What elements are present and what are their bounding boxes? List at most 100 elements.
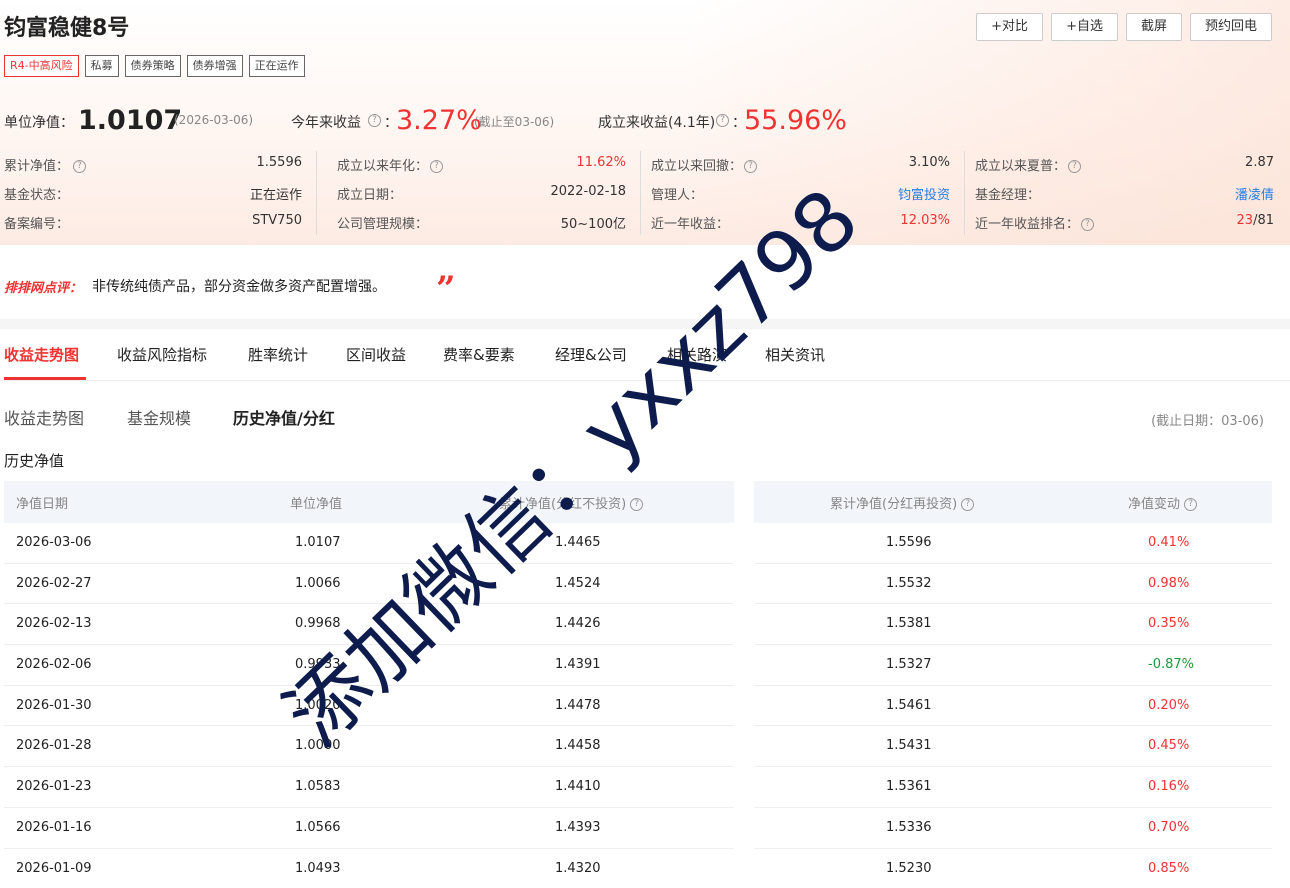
cell-date: 2026-01-28 bbox=[16, 738, 92, 754]
info-key: 成立日期： bbox=[337, 188, 403, 203]
cell-cum-nav-reinvest: 1.5461 bbox=[886, 697, 932, 713]
subtab-return-trend[interactable]: 收益走势图 bbox=[4, 405, 84, 429]
table-row: 2026-01-09 1.0493 1.4320 bbox=[4, 849, 734, 888]
cell-nav-change: 0.98% bbox=[1148, 575, 1190, 591]
cell-cum-nav-reinvest: 1.5381 bbox=[886, 616, 932, 632]
unit-nav-value: 1.0107 bbox=[78, 105, 183, 136]
cell-date: 2026-02-06 bbox=[16, 657, 92, 673]
info-item: 备案编号： STV750 bbox=[4, 209, 302, 238]
cell-unit-nav: 1.0566 bbox=[295, 819, 341, 835]
cell-date: 2026-03-06 bbox=[16, 535, 92, 550]
tab-roadshow[interactable]: 相关路演 bbox=[667, 344, 727, 365]
table-row: 1.5230 0.85% bbox=[754, 849, 1272, 888]
subtab-fund-size[interactable]: 基金规模 bbox=[127, 405, 191, 429]
watchlist-button[interactable]: +自选 bbox=[1051, 13, 1118, 41]
cell-cum-nav-reinvest: 1.5336 bbox=[886, 819, 932, 835]
info-key: 公司管理规模： bbox=[337, 217, 429, 232]
cell-cum-nav-no-reinvest: 1.4391 bbox=[555, 657, 601, 673]
cell-unit-nav: 1.0000 bbox=[295, 738, 341, 754]
table-row: 2026-02-27 1.0066 1.4524 bbox=[4, 564, 734, 605]
nav-summary: 单位净值： 1.0107 (2026-03-06) 今年来收益 ? ： 3.27… bbox=[4, 105, 1284, 141]
one-year-return-value: 12.03% bbox=[900, 213, 950, 228]
subtab-history-nav[interactable]: 历史净值/分红 bbox=[233, 405, 335, 429]
status-tag: 正在运作 bbox=[248, 55, 305, 77]
info-item: 近一年收益： 12.03% bbox=[641, 209, 950, 238]
sharpe-value: 2.87 bbox=[1245, 155, 1274, 170]
expert-comment: 排排网点评： 非传统纯债产品，部分资金做多资产配置增强。 ” bbox=[0, 255, 1290, 319]
help-icon[interactable]: ? bbox=[961, 498, 975, 511]
info-key: 成立以来年化：? bbox=[337, 155, 444, 174]
compare-button[interactable]: +对比 bbox=[976, 13, 1044, 41]
cell-nav-change: 0.41% bbox=[1148, 535, 1190, 550]
table-row: 2026-01-23 1.0583 1.4410 bbox=[4, 767, 734, 808]
quote-icon: ” bbox=[436, 269, 456, 309]
table-row: 1.5336 0.70% bbox=[754, 808, 1272, 849]
cell-nav-change: -0.87% bbox=[1148, 657, 1194, 673]
fund-title: 钧富稳健8号 bbox=[4, 16, 130, 41]
table-row: 1.5596 0.41% bbox=[754, 523, 1272, 564]
cell-cum-nav-no-reinvest: 1.4426 bbox=[555, 616, 601, 632]
tab-news[interactable]: 相关资讯 bbox=[765, 344, 825, 365]
comment-text: 非传统纯债产品，部分资金做多资产配置增强。 bbox=[92, 279, 386, 295]
callback-button[interactable]: 预约回电 bbox=[1189, 13, 1272, 41]
cell-nav-change: 0.85% bbox=[1148, 860, 1190, 876]
cell-cum-nav-no-reinvest: 1.4524 bbox=[555, 575, 601, 591]
cell-nav-change: 0.70% bbox=[1148, 819, 1190, 835]
tab-period-return[interactable]: 区间收益 bbox=[346, 344, 406, 365]
info-item: 公司管理规模： 50~100亿 bbox=[327, 209, 626, 238]
tab-win-rate[interactable]: 胜率统计 bbox=[248, 344, 308, 365]
since-help-icon[interactable]: ? bbox=[716, 112, 729, 128]
record-number-value: STV750 bbox=[252, 213, 302, 228]
cell-cum-nav-reinvest: 1.5327 bbox=[886, 657, 932, 673]
cell-cum-nav-no-reinvest: 1.4478 bbox=[555, 697, 601, 713]
cell-nav-change: 0.20% bbox=[1148, 697, 1190, 713]
tab-fees[interactable]: 费率&要素 bbox=[443, 344, 515, 365]
col-header-nav-change: 净值变动 ? bbox=[1128, 493, 1198, 512]
info-col-1: 累计净值：? 1.5596 基金状态： 正在运作 备案编号： STV750 bbox=[4, 151, 302, 235]
fund-manager-link[interactable]: 潘凌倩 bbox=[1235, 184, 1274, 203]
tab-return-trend[interactable]: 收益走势图 bbox=[4, 344, 79, 365]
help-icon[interactable]: ? bbox=[430, 160, 444, 173]
one-year-rank-value: 23/81 bbox=[1236, 213, 1274, 228]
since-inception-label: 成立来收益(4.1年) bbox=[598, 115, 716, 131]
tab-manager-company[interactable]: 经理&公司 bbox=[555, 344, 627, 365]
toolbar: +对比 +自选 截屏 预约回电 bbox=[976, 13, 1272, 41]
help-icon[interactable]: ? bbox=[73, 160, 87, 173]
info-key: 基金状态： bbox=[4, 188, 70, 203]
cell-unit-nav: 1.0493 bbox=[295, 860, 341, 876]
table-row: 1.5532 0.98% bbox=[754, 564, 1272, 605]
help-icon[interactable]: ? bbox=[1068, 160, 1082, 173]
fund-status-value: 正在运作 bbox=[249, 188, 302, 203]
help-icon[interactable]: ? bbox=[1081, 218, 1095, 231]
info-key: 成立以来夏普：? bbox=[975, 155, 1082, 174]
info-item: 成立以来年化：? 11.62% bbox=[327, 151, 626, 180]
help-icon[interactable]: ? bbox=[1184, 498, 1198, 511]
nav-history-table-right: 累计净值(分红再投资) ? 净值变动 ? 1.5596 0.41% 1.5532 0.… bbox=[754, 481, 1272, 888]
info-key: 近一年收益： bbox=[651, 217, 730, 232]
section-title: 历史净值 bbox=[4, 452, 65, 470]
cell-cum-nav-reinvest: 1.5596 bbox=[886, 535, 932, 550]
cell-nav-change: 0.45% bbox=[1148, 738, 1190, 754]
company-aum-value: 50~100亿 bbox=[560, 217, 626, 232]
cell-date: 2026-01-16 bbox=[16, 819, 92, 835]
help-icon[interactable]: ? bbox=[744, 160, 758, 173]
ytd-note: (截止至03-06) bbox=[474, 115, 555, 129]
cum-nav-value: 1.5596 bbox=[256, 155, 303, 170]
screenshot-button[interactable]: 截屏 bbox=[1125, 13, 1182, 41]
help-icon[interactable]: ? bbox=[630, 498, 644, 511]
cell-unit-nav: 0.9933 bbox=[295, 657, 341, 673]
info-key: 备案编号： bbox=[4, 217, 70, 232]
info-col-2: 成立以来年化：? 11.62% 成立日期： 2022-02-18 公司管理规模：… bbox=[316, 151, 626, 235]
info-item: 成立以来夏普：? 2.87 bbox=[965, 151, 1274, 180]
col-header-cum-nav-reinvest: 累计净值(分红再投资) ? bbox=[830, 493, 975, 512]
table-body: 2026-03-06 1.0107 1.4465 2026-02-27 1.0066 1.… bbox=[4, 523, 734, 888]
tab-risk-metrics[interactable]: 收益风险指标 bbox=[117, 344, 207, 365]
cell-cum-nav-no-reinvest: 1.4393 bbox=[555, 819, 601, 835]
ytd-help-icon[interactable]: ? bbox=[368, 112, 381, 128]
info-item: 基金状态： 正在运作 bbox=[4, 180, 302, 209]
manager-company-link[interactable]: 钧富投资 bbox=[898, 184, 950, 203]
fund-tags: R4-中高风险 私募 债券策略 债券增强 正在运作 bbox=[4, 55, 305, 77]
cell-nav-change: 0.35% bbox=[1148, 616, 1190, 632]
table-row: 1.5327 -0.87% bbox=[754, 645, 1272, 686]
max-drawdown-value: 3.10% bbox=[908, 155, 950, 170]
